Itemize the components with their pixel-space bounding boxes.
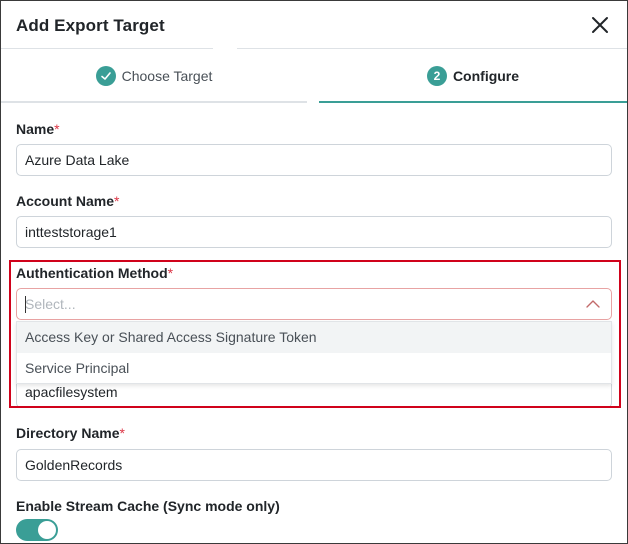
account-name-label: Account Name* <box>16 193 120 209</box>
required-marker: * <box>119 425 125 441</box>
chevron-up-icon <box>586 300 600 308</box>
close-button[interactable] <box>588 13 612 37</box>
required-marker: * <box>167 265 174 281</box>
auth-method-label: Authentication Method* <box>16 265 174 281</box>
name-input[interactable]: Azure Data Lake <box>16 144 612 176</box>
name-label: Name* <box>16 121 60 137</box>
account-name-input[interactable]: intteststorage1 <box>16 216 612 248</box>
toggle-knob <box>38 521 56 539</box>
export-target-dialog: Add Export Target Choose Target 2 Config… <box>0 0 628 544</box>
dialog-title: Add Export Target <box>16 16 165 35</box>
step-label: Choose Target <box>121 67 213 84</box>
step-configure[interactable]: 2 Configure <box>319 50 627 103</box>
select-placeholder: Select... <box>25 296 76 312</box>
required-marker: * <box>114 193 120 209</box>
directory-name-label: Directory Name* <box>16 425 125 441</box>
check-icon <box>95 65 116 86</box>
required-marker: * <box>54 121 60 137</box>
option-access-key[interactable]: Access Key or Shared Access Signature To… <box>17 322 611 353</box>
close-icon <box>592 17 608 33</box>
stepper: Choose Target 2 Configure <box>1 50 627 103</box>
step-label: Configure <box>452 67 520 84</box>
step-choose-target[interactable]: Choose Target <box>1 50 307 103</box>
directory-name-input[interactable]: GoldenRecords <box>16 449 612 481</box>
auth-method-select[interactable]: Select... <box>16 288 612 320</box>
stream-cache-label: Enable Stream Cache (Sync mode only) <box>16 498 280 514</box>
text-caret <box>25 296 26 313</box>
step-number: 2 <box>426 65 447 86</box>
auth-method-dropdown: Access Key or Shared Access Signature To… <box>16 321 612 384</box>
dialog-header: Add Export Target <box>1 1 627 49</box>
stream-cache-toggle[interactable] <box>16 519 58 541</box>
option-service-principal[interactable]: Service Principal <box>17 353 611 384</box>
